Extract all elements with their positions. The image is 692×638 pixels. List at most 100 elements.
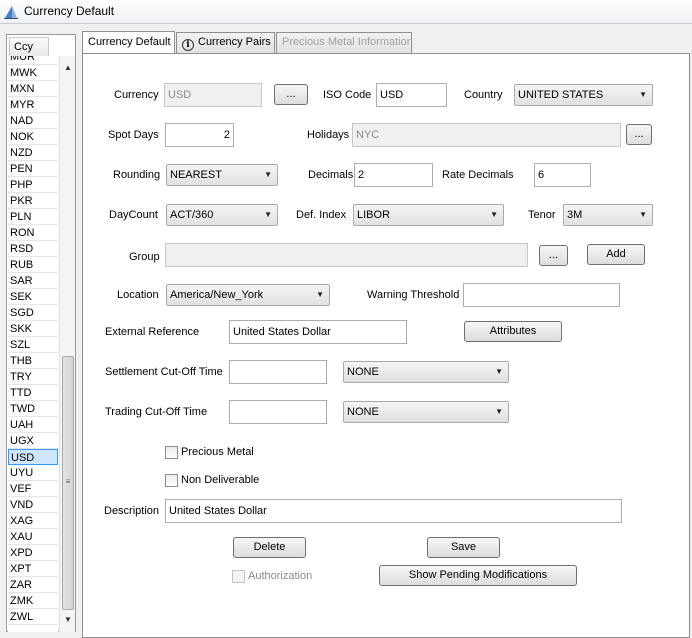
delete-button[interactable]: Delete	[233, 537, 306, 558]
save-button[interactable]: Save	[427, 537, 500, 558]
description-label: Description	[104, 505, 160, 517]
list-scrollbar[interactable]: ▲ ≡ ▼	[59, 56, 75, 632]
non-deliverable-label: Non Deliverable	[181, 474, 260, 486]
list-item[interactable]: NAD	[8, 113, 58, 129]
dropdown-arrow-icon: ▼	[495, 407, 503, 416]
list-item[interactable]: MWK	[8, 65, 58, 81]
trading-zone-select[interactable]: NONE ▼	[343, 401, 509, 423]
list-item[interactable]: THB	[8, 353, 58, 369]
description-field[interactable]: United States Dollar	[165, 499, 622, 523]
list-item[interactable]: RSD	[8, 241, 58, 257]
tenor-label: Tenor	[528, 209, 556, 221]
rounding-select[interactable]: NEAREST ▼	[166, 164, 278, 186]
rounding-value: NEAREST	[170, 169, 222, 181]
rate-decimals-field[interactable]: 6	[534, 163, 591, 187]
dropdown-arrow-icon: ▼	[490, 210, 498, 219]
holidays-label: Holidays	[307, 129, 350, 141]
decimals-field[interactable]: 2	[354, 163, 433, 187]
list-item-selected[interactable]: USD	[8, 449, 58, 465]
location-select[interactable]: America/New_York ▼	[166, 284, 330, 306]
def-index-value: LIBOR	[357, 209, 391, 221]
list-item[interactable]: RUB	[8, 257, 58, 273]
list-item[interactable]: MXN	[8, 81, 58, 97]
list-item[interactable]: VEF	[8, 481, 58, 497]
list-item[interactable]: TTD	[8, 385, 58, 401]
settlement-zone-value: NONE	[347, 366, 379, 378]
decimals-label: Decimals	[308, 169, 354, 181]
list-header-ccy[interactable]: Ccy	[9, 37, 49, 57]
currency-list-panel: Ccy MUR MWK MXN MYR NAD NOK NZD PEN PHP PKR PLN RON…	[6, 34, 76, 632]
group-label: Group	[129, 251, 160, 263]
list-item[interactable]: SAR	[8, 273, 58, 289]
list-item[interactable]: PLN	[8, 209, 58, 225]
list-item[interactable]: VND	[8, 497, 58, 513]
list-item[interactable]: MUR	[8, 56, 58, 65]
external-reference-field[interactable]: United States Dollar	[229, 320, 407, 344]
iso-code-field[interactable]: USD	[376, 83, 447, 107]
list-item[interactable]: PEN	[8, 161, 58, 177]
currency-list[interactable]: MUR MWK MXN MYR NAD NOK NZD PEN PHP PKR PLN RON RSD R…	[8, 56, 58, 632]
scroll-thumb[interactable]: ≡	[62, 356, 74, 610]
settlement-cutoff-field[interactable]	[229, 360, 327, 384]
currency-label: Currency	[114, 89, 159, 101]
add-group-button[interactable]: Add	[587, 244, 645, 265]
list-item[interactable]: PHP	[8, 177, 58, 193]
country-label: Country	[464, 89, 503, 101]
list-item[interactable]: TRY	[8, 369, 58, 385]
spot-days-field[interactable]: 2	[165, 123, 234, 147]
list-item[interactable]: PKR	[8, 193, 58, 209]
list-item[interactable]: SKK	[8, 321, 58, 337]
daycount-select[interactable]: ACT/360 ▼	[166, 204, 278, 226]
tab-currency-pairs-label: Currency Pairs	[198, 36, 271, 48]
trading-cutoff-field[interactable]	[229, 400, 327, 424]
info-icon: i	[182, 39, 194, 51]
def-index-select[interactable]: LIBOR ▼	[353, 204, 504, 226]
country-select[interactable]: UNITED STATES ▼	[514, 84, 653, 106]
warning-threshold-label: Warning Threshold	[367, 289, 460, 301]
dropdown-arrow-icon: ▼	[264, 210, 272, 219]
list-item[interactable]: TWD	[8, 401, 58, 417]
holidays-field: NYC	[352, 123, 621, 147]
scroll-down-icon[interactable]: ▼	[60, 612, 76, 628]
list-item[interactable]: XPT	[8, 561, 58, 577]
daycount-value: ACT/360	[170, 209, 214, 221]
tab-precious-metal-information[interactable]: Precious Metal Information	[276, 32, 413, 53]
group-browse-button[interactable]: ...	[539, 245, 568, 266]
currency-browse-button[interactable]: ...	[274, 84, 308, 105]
show-pending-modifications-button[interactable]: Show Pending Modifications	[379, 565, 577, 586]
warning-threshold-field[interactable]	[463, 283, 620, 307]
precious-metal-checkbox[interactable]	[165, 446, 178, 459]
list-item[interactable]: SEK	[8, 289, 58, 305]
list-item[interactable]: SGD	[8, 305, 58, 321]
list-item[interactable]: UGX	[8, 433, 58, 449]
authorization-checkbox[interactable]	[232, 570, 245, 583]
list-item[interactable]: XPD	[8, 545, 58, 561]
dropdown-arrow-icon: ▼	[264, 170, 272, 179]
holidays-browse-button[interactable]: ...	[626, 124, 652, 145]
list-item[interactable]: ZAR	[8, 577, 58, 593]
list-item[interactable]: XAG	[8, 513, 58, 529]
iso-code-label: ISO Code	[323, 89, 372, 101]
list-item[interactable]: UAH	[8, 417, 58, 433]
spot-days-label: Spot Days	[108, 129, 159, 141]
list-item[interactable]: NOK	[8, 129, 58, 145]
tenor-select[interactable]: 3M ▼	[563, 204, 653, 226]
daycount-label: DayCount	[109, 209, 158, 221]
list-item[interactable]: ZWL	[8, 609, 58, 625]
list-item[interactable]: SZL	[8, 337, 58, 353]
settlement-zone-select[interactable]: NONE ▼	[343, 361, 509, 383]
tab-currency-pairs[interactable]: i Currency Pairs	[176, 32, 275, 53]
location-value: America/New_York	[170, 289, 264, 301]
non-deliverable-checkbox[interactable]	[165, 474, 178, 487]
list-item[interactable]: UYU	[8, 465, 58, 481]
title-bar: Currency Default	[0, 0, 692, 24]
tab-currency-default[interactable]: Currency Default	[82, 31, 175, 53]
trading-cutoff-label: Trading Cut-Off Time	[105, 406, 208, 418]
list-item[interactable]: RON	[8, 225, 58, 241]
scroll-up-icon[interactable]: ▲	[60, 60, 76, 76]
attributes-button[interactable]: Attributes	[464, 321, 562, 342]
list-item[interactable]: NZD	[8, 145, 58, 161]
list-item[interactable]: ZMK	[8, 593, 58, 609]
list-item[interactable]: XAU	[8, 529, 58, 545]
list-item[interactable]: MYR	[8, 97, 58, 113]
